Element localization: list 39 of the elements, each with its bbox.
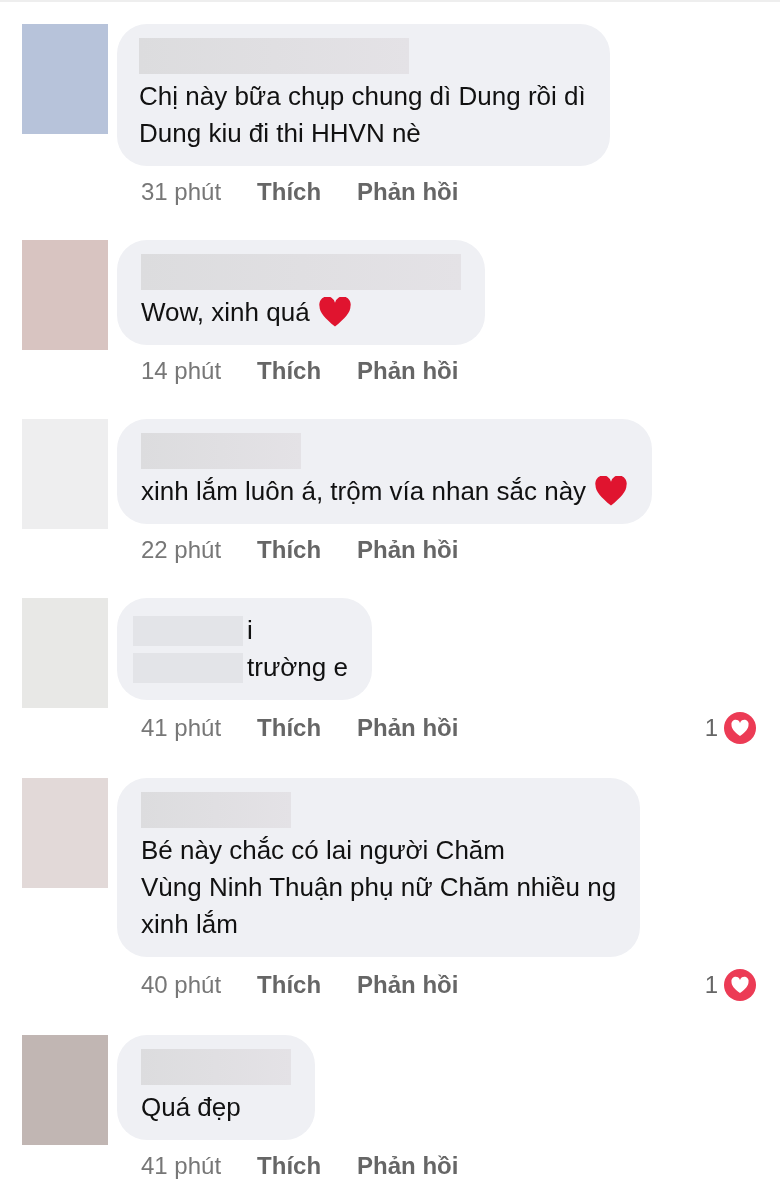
comment-text: Wow, xinh quá — [141, 296, 310, 329]
comment-time: 41 phút — [141, 714, 222, 742]
like-link[interactable]: Thích — [257, 971, 322, 999]
comment-text: Dung kiu đi thi HHVN nè — [139, 117, 421, 150]
like-link[interactable]: Thích — [257, 1152, 322, 1180]
avatar[interactable] — [22, 240, 108, 350]
love-reaction-icon[interactable] — [724, 969, 756, 1001]
avatar[interactable] — [22, 598, 108, 708]
reply-link[interactable]: Phản hồi — [357, 357, 459, 385]
reaction-count: 1 — [704, 971, 718, 999]
heart-icon — [594, 476, 629, 507]
reply-link[interactable]: Phản hồi — [357, 536, 459, 564]
comment-text: Bé này chắc có lai người Chăm — [141, 834, 505, 867]
comment-text: Chị này bữa chụp chung dì Dung rồi dì — [139, 80, 586, 113]
reply-link[interactable]: Phản hồi — [357, 178, 459, 206]
love-reaction-icon[interactable] — [724, 712, 756, 744]
reply-link[interactable]: Phản hồi — [357, 714, 459, 742]
heart-icon — [317, 297, 352, 328]
reaction-count: 1 — [704, 714, 718, 742]
like-link[interactable]: Thích — [257, 357, 322, 385]
like-link[interactable]: Thích — [257, 536, 322, 564]
comment-text: Quá đẹp — [141, 1091, 241, 1124]
reply-link[interactable]: Phản hồi — [357, 971, 459, 999]
comment-time: 31 phút — [141, 178, 222, 206]
comment-text: xinh lắm — [141, 908, 238, 941]
comment-time: 41 phút — [141, 1152, 222, 1180]
like-link[interactable]: Thích — [257, 714, 322, 742]
comment-time: 22 phút — [141, 536, 222, 564]
avatar[interactable] — [22, 24, 108, 134]
comment-time: 40 phút — [141, 971, 222, 999]
comment-text: i — [247, 614, 253, 647]
comment-text: Vùng Ninh Thuận phụ nữ Chăm nhiều ng — [141, 871, 617, 904]
reply-link[interactable]: Phản hồi — [357, 1152, 459, 1180]
like-link[interactable]: Thích — [257, 178, 322, 206]
avatar[interactable] — [22, 1035, 108, 1145]
avatar[interactable] — [22, 778, 108, 888]
comment-text: trường e — [247, 651, 348, 684]
comment-time: 14 phút — [141, 357, 222, 385]
comment-text: xinh lắm luôn á, trộm vía nhan sắc này — [141, 475, 587, 508]
